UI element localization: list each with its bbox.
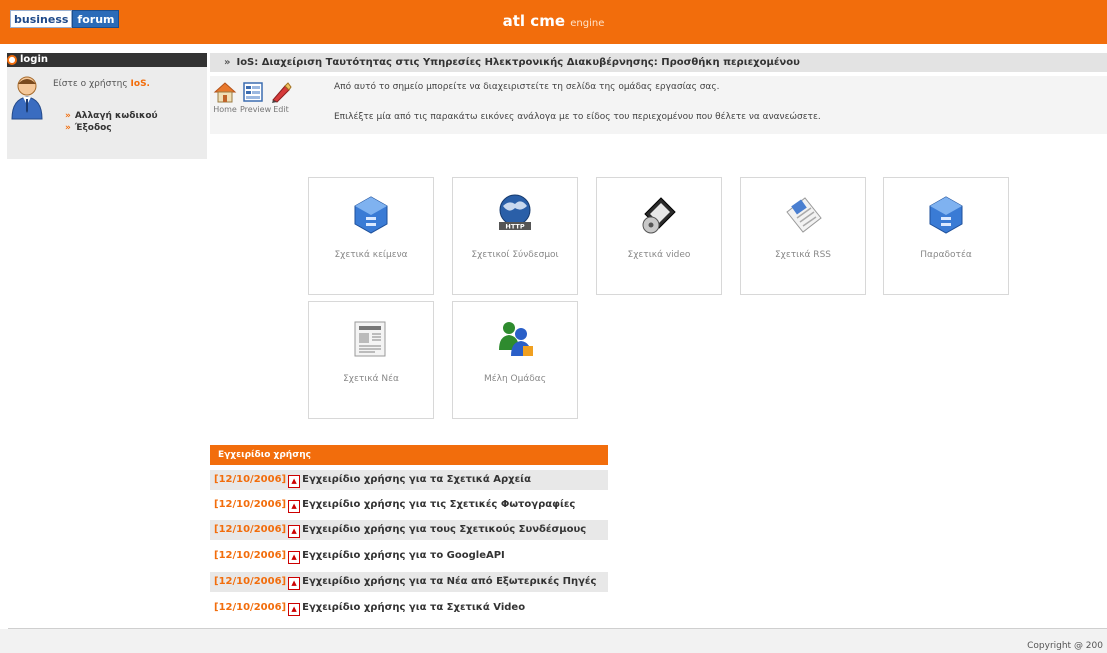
tile-related-links[interactable]: HTTP Σχετικοί Σύνδεσμοι <box>452 177 578 295</box>
toolbar: Home Preview Edit Από αυτό το σημείο μπο… <box>210 76 1107 134</box>
group-members-icon <box>499 322 533 356</box>
manual-row[interactable]: [12/10/2006] ▲ Εγχειρίδιο χρήσης για τα Σχ… <box>210 598 608 618</box>
welcome-text: Είστε ο χρήστης IoS. <box>53 79 150 89</box>
pdf-icon: ▲ <box>288 603 301 616</box>
home-icon <box>213 82 237 103</box>
instructions-text-2: Επιλέξτε μία από τις παρακάτω εικόνες αν… <box>334 112 821 122</box>
login-panel: Είστε ο χρήστης IoS. Αλλαγή κωδικού Έξοδ… <box>7 67 207 159</box>
tile-label: Σχετικοί Σύνδεσμοι <box>471 250 559 260</box>
manual-title[interactable]: Εγχειρίδιο χρήσης για τις Σχετικές Φωτογ… <box>302 499 575 510</box>
svg-text:HTTP: HTTP <box>505 223 524 231</box>
manual-title[interactable]: Εγχειρίδιο χρήσης για τους Σχετικούς Συν… <box>302 524 586 535</box>
manual-date: [12/10/2006] <box>214 474 287 485</box>
tile-deliverables[interactable]: Παραδοτέα <box>883 177 1009 295</box>
tile-related-news[interactable]: Σχετικά Νέα <box>308 301 434 419</box>
manual-title[interactable]: Εγχειρίδιο χρήσης για τα Σχετικά Αρχεία <box>302 474 531 485</box>
manual-row[interactable]: [12/10/2006] ▲ Εγχειρίδιο χρήσης για τους … <box>210 520 608 540</box>
breadcrumb-arrow-icon: » <box>224 57 231 68</box>
tile-label: Σχετικά RSS <box>775 250 831 260</box>
tile-related-texts[interactable]: Σχετικά κείμενα <box>308 177 434 295</box>
manual-title[interactable]: Εγχειρίδιο χρήσης για τα Νέα από Εξωτερι… <box>302 576 596 587</box>
manual-section-title: Εγχειρίδιο χρήσης <box>218 450 311 460</box>
globe-http-icon: HTTP <box>499 194 531 231</box>
manual-date: [12/10/2006] <box>214 576 287 587</box>
logout-link[interactable]: Έξοδος <box>65 123 112 133</box>
brand-suffix: engine <box>570 18 605 29</box>
pdf-icon: ▲ <box>288 577 301 590</box>
tile-related-rss[interactable]: Σχετικά RSS <box>740 177 866 295</box>
manual-date: [12/10/2006] <box>214 602 287 613</box>
brand-title: atl cme engine <box>0 12 1107 30</box>
manual-row[interactable]: [12/10/2006] ▲ Εγχειρίδιο χρήσης για το Go… <box>210 546 608 566</box>
change-password-link[interactable]: Αλλαγή κωδικού <box>65 111 158 121</box>
preview-button[interactable]: Preview <box>240 80 272 128</box>
instructions-text-1: Από αυτό το σημείο μπορείτε να διαχειρισ… <box>334 82 720 92</box>
tile-label: Σχετικά Νέα <box>343 374 399 384</box>
login-title: login <box>20 54 49 65</box>
tile-related-video[interactable]: Σχετικά video <box>596 177 722 295</box>
home-button[interactable]: Home <box>212 80 238 128</box>
preview-label: Preview <box>240 105 272 114</box>
pdf-icon: ▲ <box>288 475 301 488</box>
breadcrumb-text: IoS: Διαχείριση Ταυτότητας στις Υπηρεσίε… <box>236 57 800 68</box>
edit-label: Edit <box>273 105 289 114</box>
manual-title[interactable]: Εγχειρίδιο χρήσης για τα Σχετικά Video <box>302 602 525 613</box>
tile-label: Σχετικά video <box>627 250 691 260</box>
rss-newspaper-icon <box>786 197 822 233</box>
tile-group-members[interactable]: Μέλη Ομάδας <box>452 301 578 419</box>
manual-date: [12/10/2006] <box>214 524 287 535</box>
pdf-icon: ▲ <box>288 525 301 538</box>
pdf-icon: ▲ <box>288 500 301 513</box>
tile-label: Παραδοτέα <box>920 250 972 260</box>
manual-title[interactable]: Εγχειρίδιο χρήσης για το GoogleAPI <box>302 550 505 561</box>
tile-label: Μέλη Ομάδας <box>484 374 546 384</box>
breadcrumb: » IoS: Διαχείριση Ταυτότητας στις Υπηρεσί… <box>210 53 1107 72</box>
cabinet-icon <box>354 196 388 234</box>
brand-name: atl cme <box>502 12 565 30</box>
tile-label: Σχετικά κείμενα <box>334 250 408 260</box>
top-bar: business forum atl cme engine <box>0 0 1107 44</box>
manual-date: [12/10/2006] <box>214 550 287 561</box>
preview-icon <box>243 82 263 102</box>
login-panel-header: ● login <box>7 53 207 67</box>
manual-row[interactable]: [12/10/2006] ▲ Εγχειρίδιο χρήσης για τα Σχ… <box>210 470 608 490</box>
username: IoS. <box>130 79 150 89</box>
manual-date: [12/10/2006] <box>214 499 287 510</box>
newspaper-icon <box>354 321 386 357</box>
film-reel-icon <box>642 197 676 234</box>
login-bullet-icon: ● <box>7 55 17 65</box>
welcome-prefix: Είστε ο χρήστης <box>53 79 128 89</box>
manual-row[interactable]: [12/10/2006] ▲ Εγχειρίδιο χρήσης για τις Σ… <box>210 495 608 515</box>
copyright-text: Copyright @ 200 <box>1027 641 1103 651</box>
user-avatar-icon <box>11 76 43 120</box>
edit-icon <box>272 82 292 103</box>
footer <box>0 629 1107 653</box>
manual-section-header: Εγχειρίδιο χρήσης <box>210 445 608 465</box>
edit-button[interactable]: Edit <box>268 80 294 128</box>
home-label: Home <box>213 105 237 114</box>
manual-row[interactable]: [12/10/2006] ▲ Εγχειρίδιο χρήσης για τα Νέ… <box>210 572 608 592</box>
pdf-icon: ▲ <box>288 551 301 564</box>
cabinet-icon <box>929 196 963 234</box>
